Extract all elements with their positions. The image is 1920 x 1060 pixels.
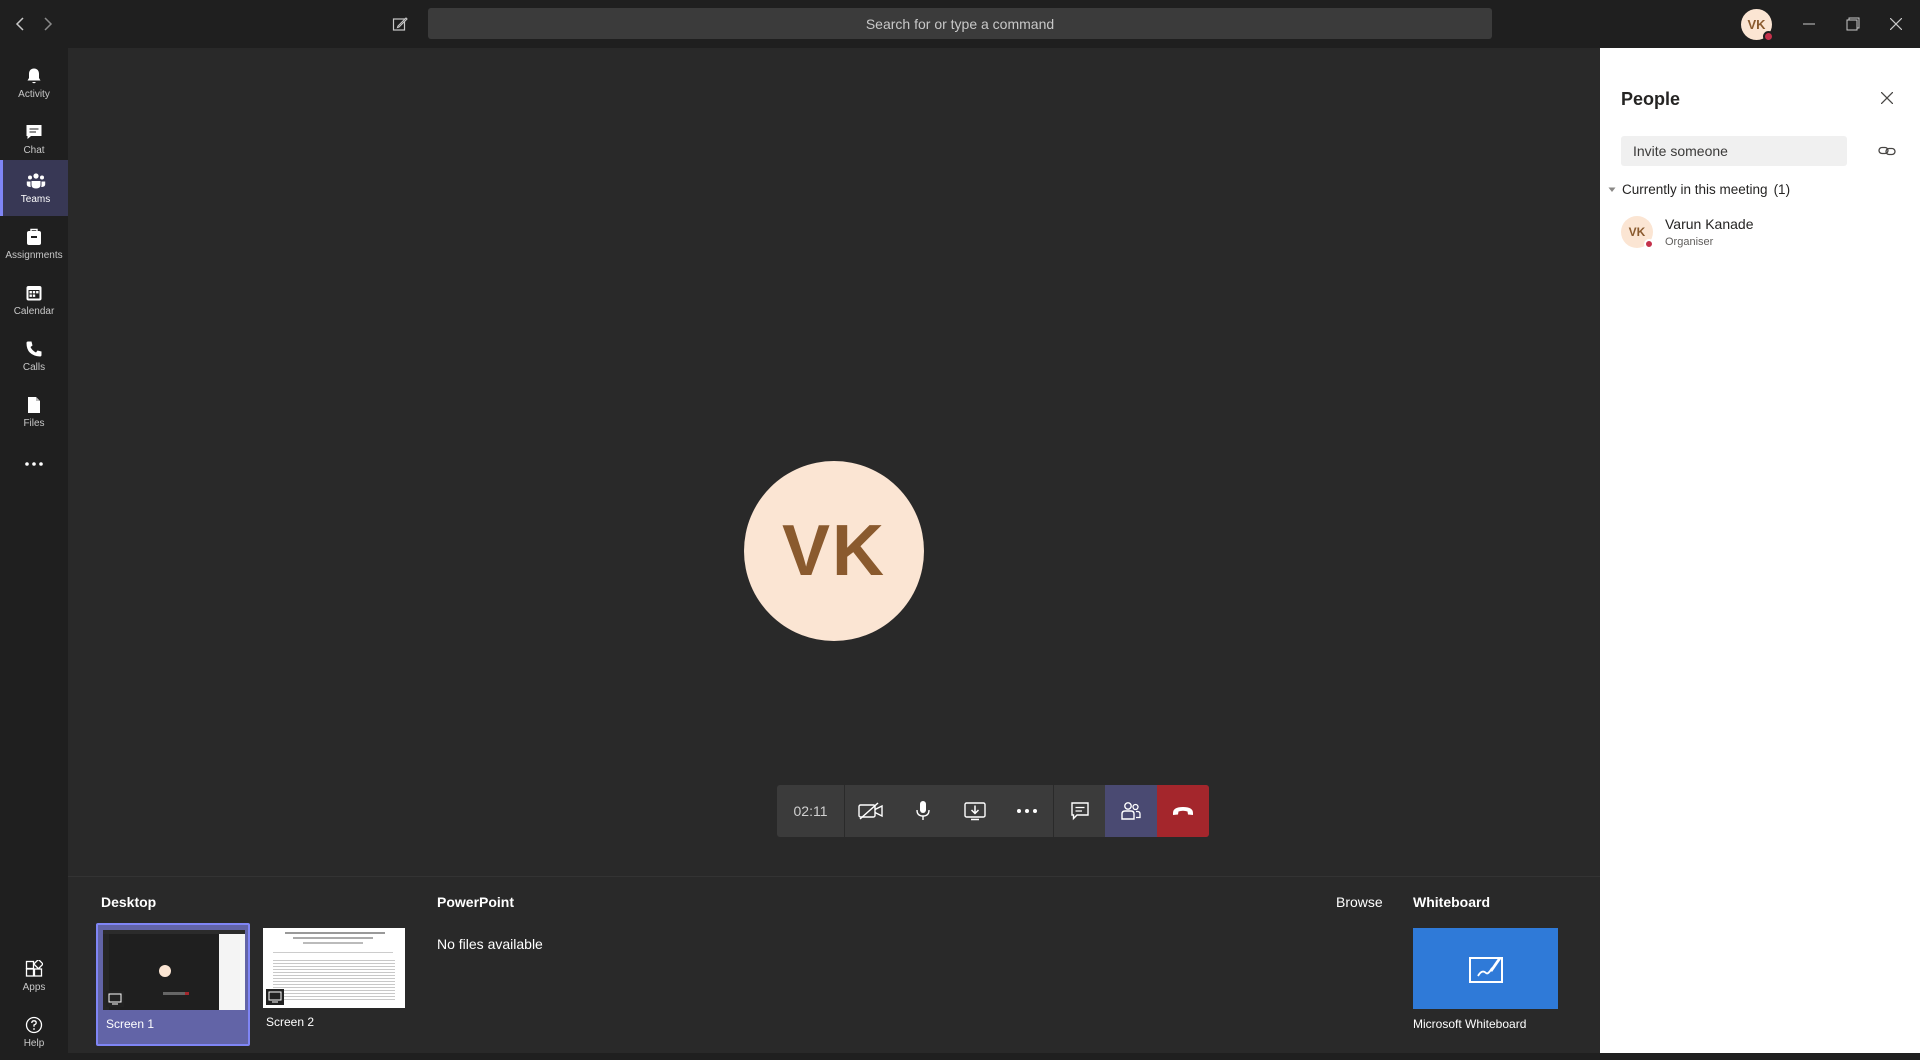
profile-initials: VK (1747, 17, 1766, 32)
conversation-icon (1070, 802, 1089, 821)
participant-role: Organiser (1665, 236, 1714, 248)
chat-icon (26, 124, 42, 139)
whiteboard-heading: Whiteboard (1413, 894, 1490, 910)
microphone-button[interactable] (897, 785, 949, 837)
rail-label: Apps (22, 981, 46, 993)
rail-item-assignments[interactable]: Assignments (0, 216, 68, 272)
screen-1-preview (103, 930, 245, 1010)
copy-join-link-icon[interactable] (1876, 140, 1898, 162)
apps-icon (25, 959, 43, 977)
back-icon[interactable] (10, 14, 30, 34)
rail-item-apps[interactable]: Apps (0, 948, 68, 1004)
screen-2-label: Screen 2 (266, 1015, 315, 1029)
call-controls: 02:11 (777, 785, 1209, 837)
rail-item-files[interactable]: Files (0, 384, 68, 440)
rail-label: Activity (18, 88, 50, 100)
assignments-icon (27, 228, 41, 245)
restore-icon[interactable] (1841, 12, 1865, 36)
avatar: VK (1621, 216, 1654, 249)
rail-label: Teams (20, 193, 51, 205)
panel-title: People (1621, 89, 1681, 109)
share-screen-icon (964, 802, 986, 821)
title-bar: Search for or type a command VK (0, 0, 1920, 48)
show-participants-button[interactable] (1105, 785, 1157, 837)
people-panel: People Currently in this meeting (1) VK … (1600, 48, 1920, 1053)
rail-item-teams[interactable]: Teams (0, 160, 68, 216)
no-files-message: No files available (437, 936, 543, 952)
avatar-initials: VK (1628, 225, 1646, 239)
search-input[interactable]: Search for or type a command (428, 8, 1492, 39)
help-icon (25, 1016, 43, 1033)
whiteboard-icon (1468, 956, 1503, 983)
invite-input[interactable] (1621, 136, 1847, 166)
screen-2-preview (263, 928, 405, 1008)
browse-button[interactable]: Browse (1336, 894, 1383, 910)
screen-share-icon (266, 989, 284, 1005)
camera-off-button[interactable] (845, 785, 897, 837)
screen-share-icon (106, 991, 124, 1007)
profile-avatar[interactable]: VK (1741, 9, 1774, 42)
camera-off-icon (858, 802, 883, 820)
rail-item-chat[interactable]: Chat (0, 111, 68, 167)
forward-icon[interactable] (38, 14, 58, 34)
call-timer: 02:11 (777, 785, 845, 837)
rail-label: Calls (22, 361, 46, 373)
rail-label: Help (23, 1037, 45, 1049)
powerpoint-heading: PowerPoint (437, 894, 515, 910)
rail-item-calls[interactable]: Calls (0, 328, 68, 384)
compose-icon[interactable] (389, 13, 411, 35)
participant-initials: VK (781, 511, 887, 591)
minimize-icon[interactable] (1797, 12, 1821, 36)
close-panel-icon[interactable] (1877, 88, 1897, 108)
hang-up-button[interactable] (1157, 785, 1209, 837)
more-apps-icon[interactable] (0, 440, 68, 488)
whiteboard-tile[interactable] (1413, 928, 1558, 1009)
rail-item-calendar[interactable]: Calendar (0, 272, 68, 328)
participant-row[interactable]: VK Varun Kanade Organiser (1621, 216, 1901, 256)
teams-icon (26, 172, 45, 188)
microphone-icon (916, 801, 930, 820)
share-tray-button[interactable] (949, 785, 1001, 837)
people-icon (1121, 802, 1141, 820)
more-actions-button[interactable] (1001, 785, 1053, 837)
meeting-stage: VK 02:11 (68, 48, 1600, 876)
app-rail: Activity Chat Teams Assignments Calendar… (0, 48, 68, 1053)
screen-1-tile[interactable]: Screen 1 (96, 923, 250, 1046)
more-icon (1017, 809, 1037, 813)
section-label: Currently in this meeting (1622, 182, 1768, 197)
rail-label: Assignments (5, 249, 63, 261)
hang-up-icon (1173, 807, 1193, 815)
rail-label: Files (23, 417, 45, 429)
whiteboard-label: Microsoft Whiteboard (1413, 1017, 1527, 1031)
rail-item-activity[interactable]: Activity (0, 55, 68, 111)
screen-2-tile[interactable]: Screen 2 (258, 923, 412, 1046)
chevron-down-icon (1608, 187, 1616, 192)
presence-busy-icon (1763, 31, 1774, 42)
rail-label: Chat (23, 144, 45, 156)
show-conversation-button[interactable] (1053, 785, 1105, 837)
rail-label: Calendar (13, 305, 55, 317)
calendar-icon (26, 285, 42, 300)
participant-name: Varun Kanade (1665, 216, 1754, 232)
participant-avatar: VK (744, 461, 924, 641)
presence-busy-icon (1644, 239, 1654, 249)
desktop-heading: Desktop (101, 894, 157, 910)
close-window-icon[interactable] (1884, 12, 1908, 36)
in-meeting-section-header[interactable]: Currently in this meeting (1) (1608, 182, 1790, 197)
screen-1-label: Screen 1 (106, 1017, 155, 1031)
file-icon (28, 396, 40, 413)
bell-icon (27, 68, 41, 83)
share-tray: Desktop Screen 1 Screen 2 PowerPoint No … (68, 876, 1600, 1053)
rail-item-help[interactable]: Help (0, 1004, 68, 1060)
phone-icon (26, 341, 42, 356)
section-count: (1) (1773, 182, 1791, 197)
